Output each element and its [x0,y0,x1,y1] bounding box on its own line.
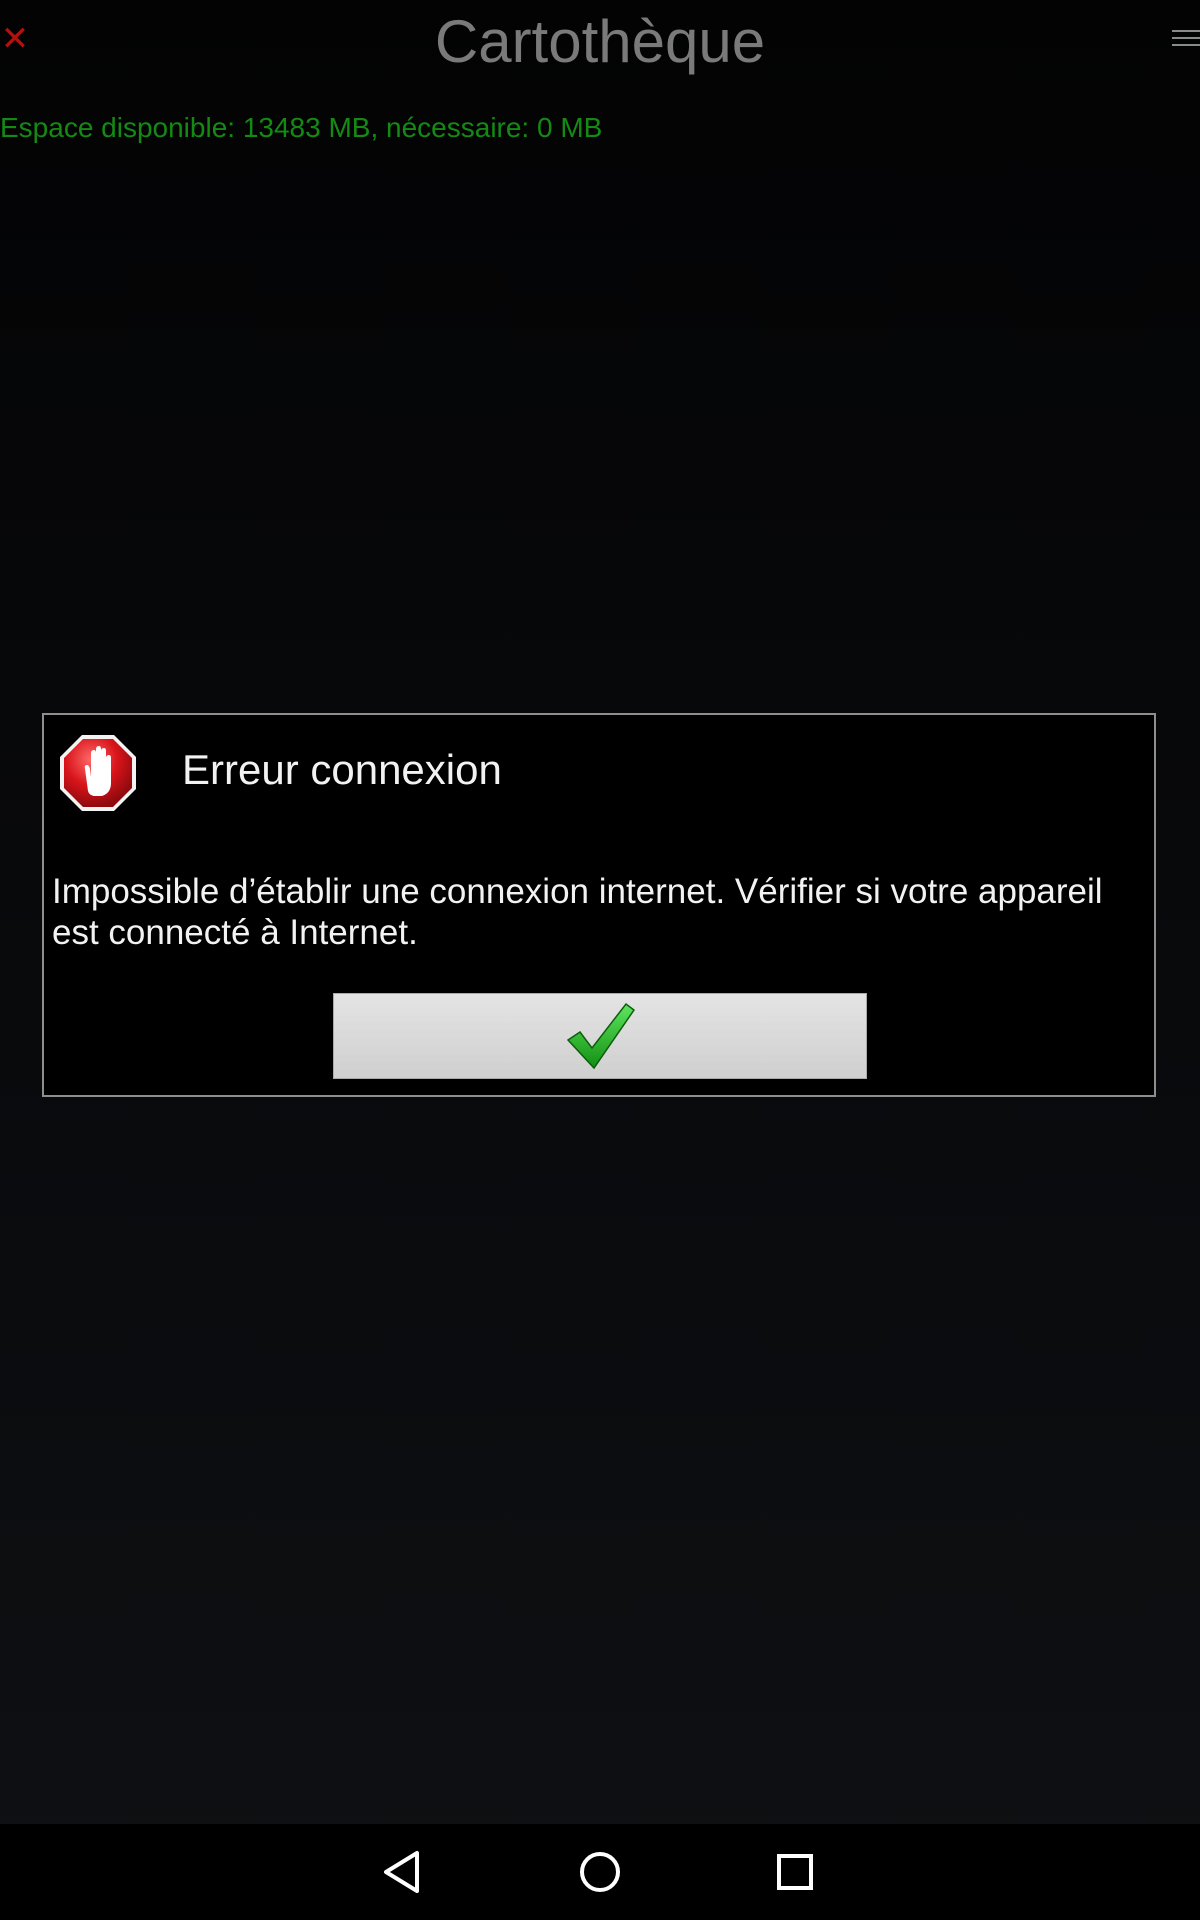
menu-line [1172,37,1200,39]
recents-icon[interactable] [767,1844,823,1900]
dialog-message: Impossible d’établir une connexion inter… [52,872,1103,952]
home-icon[interactable] [572,1844,628,1900]
menu-icon[interactable] [1172,30,1200,50]
menu-line [1172,44,1200,46]
page-title: Cartothèque [434,8,766,75]
dialog-title: Erreur connexion [182,746,502,793]
error-dialog: Erreur connexion Impossible d’établir un… [42,713,1156,1097]
stop-hand-icon [60,735,136,811]
header: ✕ Cartothèque [0,0,1200,90]
ok-button[interactable] [333,993,867,1079]
storage-status: Espace disponible: 13483 MB, nécessaire:… [0,112,603,143]
system-nav-bar [0,1824,1200,1920]
check-icon [566,1002,636,1070]
back-icon[interactable] [376,1844,432,1900]
close-icon[interactable]: ✕ [0,22,30,56]
app-screen: ✕ Cartothèque Espace disponible: 13483 M… [0,0,1200,1920]
menu-line [1172,30,1200,32]
